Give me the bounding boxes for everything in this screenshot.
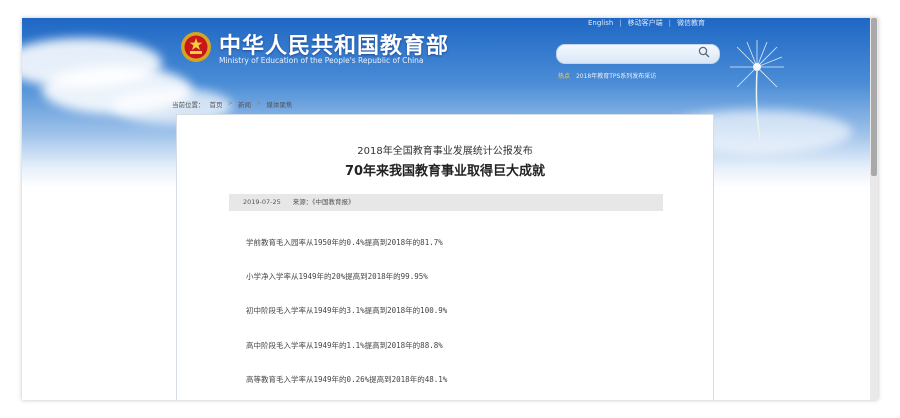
breadcrumb-news[interactable]: 新闻 [238, 99, 251, 109]
article-line: 高中阶段毛入学率从1949年的1.1%提高到2018年的88.8% [246, 341, 443, 350]
article-panel: 2018年全国教育事业发展统计公报发布 70年来我国教育事业取得巨大成就 201… [176, 114, 714, 400]
article-line: 高等教育毛入学率从1949年的0.26%提高到2018年的48.1% [246, 375, 448, 384]
dandelion-icon [730, 40, 784, 141]
breadcrumb: 当前位置： 首页 > 新闻 > 媒体聚焦 [172, 99, 292, 109]
breadcrumb-separator: > [227, 99, 233, 107]
browser-page: 中华人民共和国教育部 Ministry of Education of the … [22, 18, 878, 400]
top-links: English | 移动客户端 | 微信教育 [588, 18, 705, 28]
national-emblem-icon [181, 32, 211, 62]
article-line: 学前教育毛入园率从1950年的0.4%提高到2018年的81.7% [246, 238, 443, 247]
hot-news[interactable]: 热点 2018年教育TPS系列发布采访 [558, 71, 656, 80]
hot-news-tag: 热点 [558, 73, 571, 80]
hot-news-text[interactable]: 2018年教育TPS系列发布采访 [576, 73, 656, 80]
link-wechat[interactable]: 微信教育 [677, 18, 705, 28]
article-subtitle: 2018年全国教育事业发展统计公报发布 [357, 146, 533, 157]
article-date: 2019-07-25 [243, 198, 281, 206]
article-meta: 2019-07-25 来源：《中国教育报》 [229, 194, 663, 211]
article-line: 小学净入学率从1949年的20%提高到2018年的99.95% [246, 272, 428, 281]
article-title: 70年来我国教育事业取得巨大成就 [344, 164, 546, 179]
site-subtitle: Ministry of Education of the People's Re… [219, 56, 424, 65]
scrollbar-thumb[interactable] [871, 18, 877, 176]
separator: | [619, 19, 622, 27]
breadcrumb-prefix: 当前位置： [172, 101, 205, 109]
article-line: 初中阶段毛入学率从1949年的3.1%提高到2018年的100.9% [246, 306, 448, 315]
article-source: 来源：《中国教育报》 [292, 198, 355, 206]
search-input[interactable] [556, 44, 720, 64]
search-icon[interactable] [698, 46, 710, 58]
breadcrumb-separator: > [255, 99, 262, 107]
breadcrumb-home[interactable]: 首页 [210, 99, 223, 109]
link-english[interactable]: English [588, 19, 613, 27]
breadcrumb-media[interactable]: 媒体聚焦 [266, 99, 292, 109]
separator: | [668, 19, 671, 27]
link-mobile-client[interactable]: 移动客户端 [628, 18, 663, 28]
